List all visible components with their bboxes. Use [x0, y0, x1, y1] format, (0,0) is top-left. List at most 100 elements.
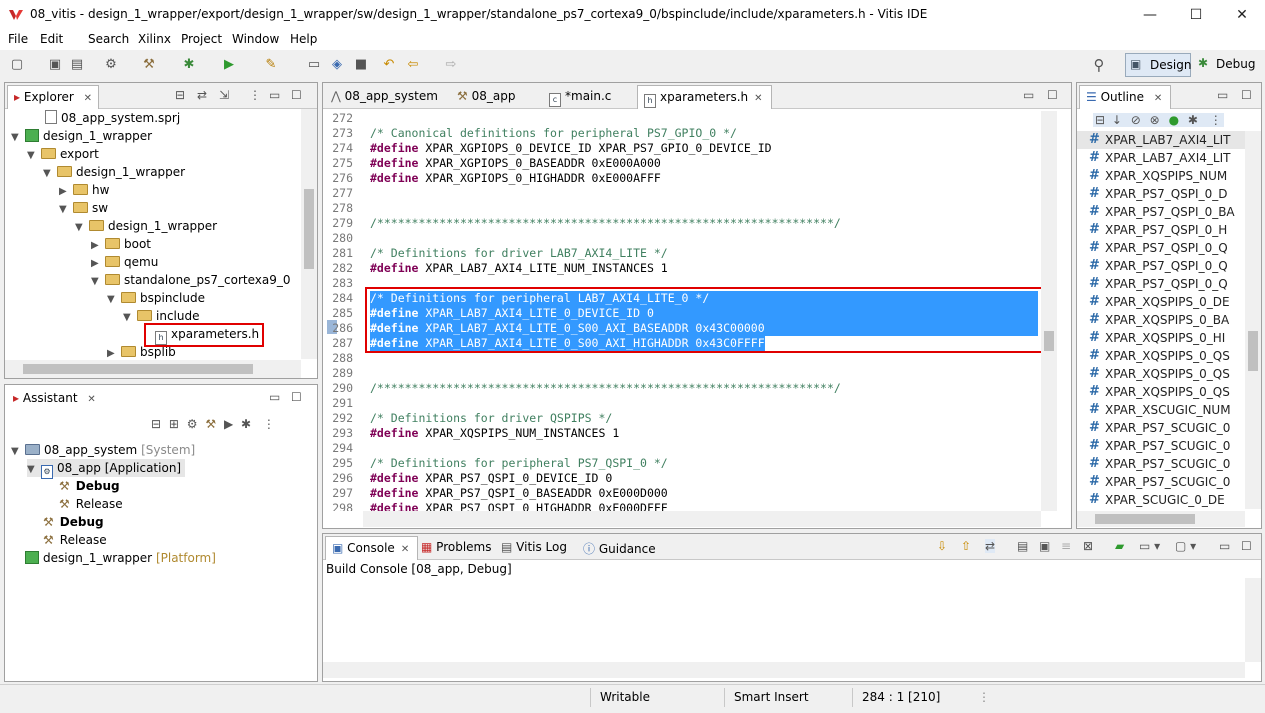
outline-item[interactable]: # XPAR_PS7_QSPI_0_H	[1077, 221, 1245, 239]
forward-icon[interactable]: ⇨	[442, 56, 460, 74]
menu-project[interactable]: Project	[181, 32, 222, 46]
scroll-thumb[interactable]	[1044, 331, 1054, 351]
editor-hscrollbar[interactable]	[363, 511, 1041, 527]
filter-icon[interactable]: ⇲	[219, 88, 229, 102]
hide-fields-icon[interactable]: ⊘	[1131, 113, 1141, 127]
copy-icon[interactable]: ▣	[1039, 539, 1050, 553]
tree-item[interactable]: ▶ hw	[59, 181, 109, 199]
tree-item[interactable]: design_1_wrapper [Platform]	[25, 549, 216, 567]
back-icon[interactable]: ⇦	[404, 56, 422, 74]
debug-perspective-button[interactable]: ✱ Debug	[1196, 53, 1262, 77]
console-scrollbar[interactable]	[1245, 578, 1261, 662]
close-icon[interactable]: ✕	[84, 93, 92, 104]
menu-edit[interactable]: Edit	[40, 32, 63, 46]
tree-item[interactable]: ⚒ Release	[43, 531, 107, 549]
tree-item[interactable]: ▼ design_1_wrapper	[43, 163, 185, 181]
build-hammer-icon[interactable]: ⚒	[140, 56, 158, 74]
chevron-right-icon[interactable]: ▶	[107, 345, 121, 359]
search-icon[interactable]: ⚲	[1090, 56, 1108, 74]
close-icon[interactable]: ✕	[1154, 93, 1162, 104]
maximize-icon[interactable]: ☐	[291, 88, 302, 102]
tab-08-app[interactable]: ⚒ 08_app	[451, 85, 523, 109]
tree-item[interactable]: ▼ ⚙ 08_app [Application]	[27, 459, 186, 479]
scroll-thumb[interactable]	[1095, 514, 1195, 524]
tree-item[interactable]: ▼ export	[27, 145, 99, 163]
collapse-icon[interactable]: ⊟	[151, 417, 161, 431]
minimize-icon[interactable]: ▭	[1023, 88, 1034, 102]
outline-item[interactable]: # XPAR_XQSPIPS_0_QS	[1077, 365, 1245, 383]
view-menu-icon[interactable]: ⋮	[249, 88, 261, 102]
outline-item[interactable]: # XPAR_PS7_SCUGIC_0	[1077, 455, 1245, 473]
settings-icon[interactable]: ⚙	[187, 417, 198, 431]
tree-item[interactable]: ▼ standalone_ps7_cortexa9_0	[91, 271, 291, 289]
maximize-icon[interactable]: ☐	[1047, 88, 1058, 102]
collapse-all-icon[interactable]: ⊟	[175, 88, 185, 102]
outline-item[interactable]: # XPAR_PS7_QSPI_0_Q	[1077, 257, 1245, 275]
last-edit-icon[interactable]: ↶	[380, 56, 398, 74]
tree-item[interactable]: 08_app_system.sprj	[45, 109, 180, 127]
outline-item[interactable]: # XPAR_PS7_SCUGIC_0	[1077, 473, 1245, 491]
scroll-thumb[interactable]	[1248, 331, 1258, 371]
tab-main-c[interactable]: c *main.c	[543, 85, 619, 109]
console-hscrollbar[interactable]	[323, 662, 1245, 678]
menu-help[interactable]: Help	[290, 32, 317, 46]
hide-members-icon[interactable]: ✱	[1188, 113, 1198, 127]
chevron-down-icon[interactable]: ▼	[59, 201, 73, 219]
minimize-icon[interactable]: ▭	[1219, 539, 1230, 553]
editor-scrollbar[interactable]	[1041, 111, 1057, 511]
build-icon[interactable]: ⚒	[205, 417, 216, 431]
tab-vitis-log[interactable]: ▤ Vitis Log	[495, 536, 575, 560]
tab-xparameters-h[interactable]: h xparameters.h ✕	[637, 85, 772, 109]
remove-icon[interactable]: ⊠	[1083, 539, 1093, 553]
outline-item[interactable]: # XPAR_XQSPIPS_0_HI	[1077, 329, 1245, 347]
sort-icon[interactable]: ↓	[1112, 113, 1122, 127]
view-menu-icon[interactable]: ⋮	[263, 417, 275, 431]
outline-item[interactable]: # XPAR_XQSPIPS_NUM	[1077, 167, 1245, 185]
minimize-icon[interactable]: ▭	[269, 88, 280, 102]
minimize-icon[interactable]: ▭	[269, 390, 280, 404]
clear-icon[interactable]: ▤	[1017, 539, 1028, 553]
tree-item[interactable]: ▼ design_1_wrapper	[75, 217, 217, 235]
chevron-down-icon[interactable]: ▼	[123, 309, 137, 327]
outline-hscrollbar[interactable]	[1077, 511, 1245, 527]
tree-item[interactable]: ▼ 08_app_system [System]	[11, 441, 195, 459]
outline-item[interactable]: # XPAR_LAB7_AXI4_LIT	[1077, 131, 1245, 149]
scroll-up-icon[interactable]: ⇧	[961, 539, 971, 553]
outline-item[interactable]: # XPAR_PS7_QSPI_0_Q	[1077, 275, 1245, 293]
outline-item[interactable]: # XPAR_PS7_QSPI_0_BA	[1077, 203, 1245, 221]
scroll-thumb[interactable]	[23, 364, 253, 374]
tab-08-app-system[interactable]: ⋀ 08_app_system	[325, 85, 446, 109]
build-settings-icon[interactable]: ⚙	[102, 56, 120, 74]
chevron-down-icon[interactable]: ▼	[91, 273, 105, 291]
tree-item[interactable]: ▶ qemu	[91, 253, 158, 271]
tree-item[interactable]: ▶ boot	[91, 235, 151, 253]
minimize-button[interactable]: —	[1127, 0, 1173, 30]
run-icon[interactable]: ▶	[224, 417, 233, 431]
outline-item[interactable]: # XPAR_PS7_QSPI_0_Q	[1077, 239, 1245, 257]
outline-item[interactable]: # XPAR_PS7_QSPI_0_D	[1077, 185, 1245, 203]
maximize-button[interactable]: ☐	[1173, 0, 1219, 30]
tree-item[interactable]: ▼ bspinclude	[107, 289, 205, 307]
save-icon[interactable]: ▣	[46, 56, 64, 74]
menu-search[interactable]: Search	[88, 32, 129, 46]
outline-item[interactable]: # XPAR_LAB7_AXI4_LIT	[1077, 149, 1245, 167]
outline-item[interactable]: # XPAR_XQSPIPS_0_BA	[1077, 311, 1245, 329]
outline-item[interactable]: # XPAR_XSCUGIC_NUM	[1077, 401, 1245, 419]
tree-item[interactable]: ⚒ Debug	[59, 477, 120, 495]
tree-item[interactable]: ⚒ Release	[59, 495, 123, 513]
tab-explorer[interactable]: ▸ Explorer ✕	[7, 85, 99, 109]
tab-problems[interactable]: ▦ Problems	[415, 536, 499, 560]
explorer-scrollbar[interactable]	[301, 109, 317, 359]
tab-assistant[interactable]: ▸ Assistant ✕	[7, 387, 103, 411]
minimize-icon[interactable]: ▭	[1217, 88, 1228, 102]
view-menu-icon[interactable]: ⋮	[1210, 113, 1222, 127]
debug-icon[interactable]: ✱	[241, 417, 251, 431]
collapse-icon[interactable]: ⊟	[1095, 113, 1105, 127]
hide-nonpublic-icon[interactable]: ●	[1169, 113, 1179, 127]
link-editor-icon[interactable]: ⇄	[197, 88, 207, 102]
maximize-icon[interactable]: ☐	[1241, 88, 1252, 102]
program-device-icon[interactable]: ✎	[262, 56, 280, 74]
console-icon[interactable]: ■	[352, 56, 370, 74]
hide-static-icon[interactable]: ⊗	[1150, 113, 1160, 127]
chevron-down-icon[interactable]: ▼	[43, 165, 57, 183]
